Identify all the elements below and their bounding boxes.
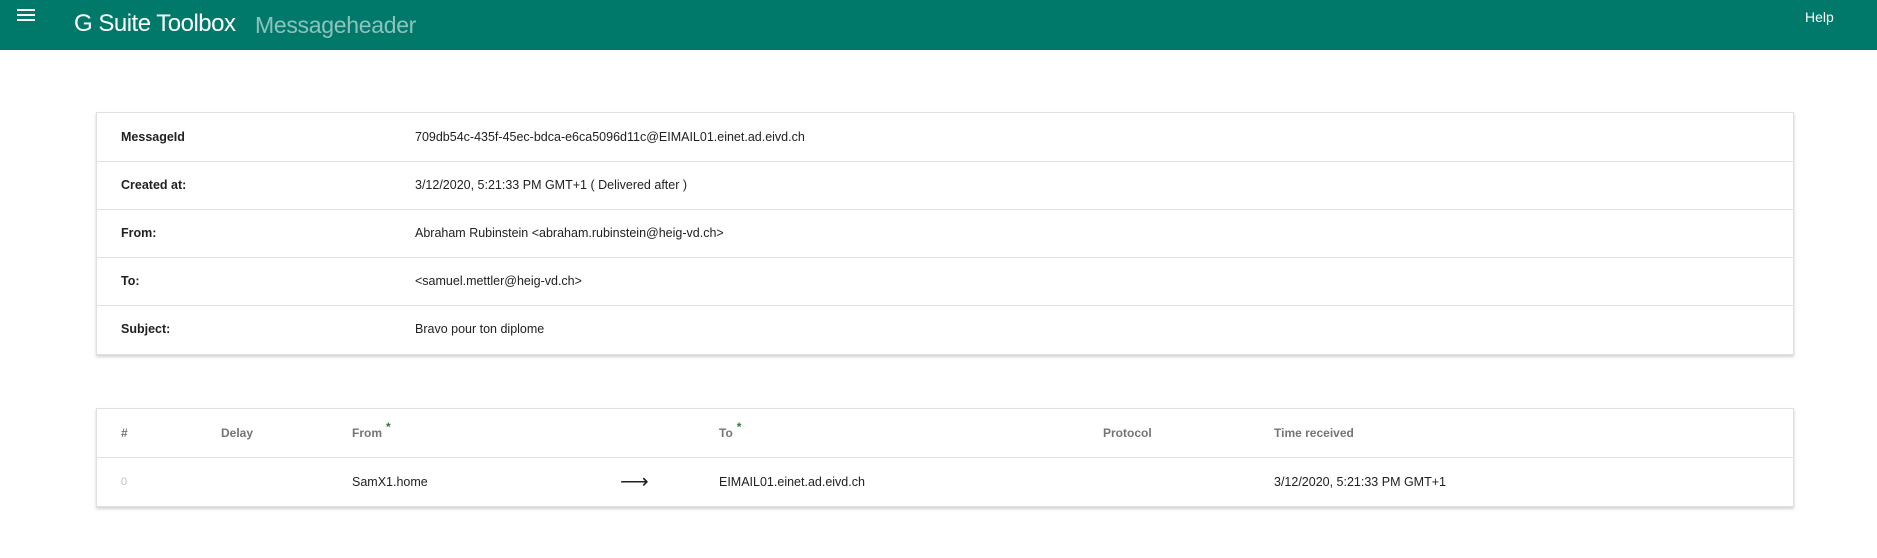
header-value: Bravo pour ton diplome (415, 322, 545, 336)
hop-time-received: 3/12/2020, 5:21:33 PM GMT+1 (1274, 475, 1446, 489)
menu-icon[interactable] (14, 4, 38, 28)
column-header-to-label: To (719, 426, 733, 440)
header-value: Abraham Rubinstein <abraham.rubinstein@h… (415, 226, 724, 240)
hop-index: 0 (121, 476, 128, 488)
header-key: MessageId (121, 130, 185, 144)
table-row: 0 SamX1.home ⟶ EIMAIL01.einet.ad.eivd.ch… (97, 458, 1793, 506)
header-value: 3/12/2020, 5:21:33 PM GMT+1 ( Delivered … (415, 178, 688, 192)
help-link[interactable]: Help (1805, 9, 1834, 25)
required-marker: * (386, 420, 391, 434)
message-headers-card: MessageId 709db54c-435f-45ec-bdca-e6ca50… (96, 112, 1794, 355)
column-header-time-received[interactable]: Time received (1274, 409, 1354, 457)
required-marker: * (736, 420, 742, 434)
column-header-to[interactable]: To * (719, 409, 741, 457)
header-value: <samuel.mettler@heig-vd.ch> (415, 274, 582, 288)
column-header-from-label: From (352, 426, 382, 440)
column-header-from[interactable]: From * (352, 409, 391, 457)
page-subtitle: Messageheader (255, 12, 417, 38)
hops-table: # Delay From * To * Protocol Time received… (96, 408, 1794, 507)
header-row-from: From: Abraham Rubinstein <abraham.rubins… (97, 209, 1793, 258)
arrow-right-icon: ⟶ (620, 471, 649, 493)
hop-from: SamX1.home (352, 475, 428, 489)
header-key: To: (121, 274, 140, 288)
header-value: 709db54c-435f-45ec-bdca-e6ca5096d11c@EIM… (415, 130, 805, 144)
header-key: Created at: (121, 178, 187, 192)
app-bar: G Suite Toolbox Messageheader Help (0, 0, 1877, 50)
header-key: Subject: (121, 322, 171, 336)
header-row-created-at: Created at: 3/12/2020, 5:21:33 PM GMT+1 … (97, 161, 1793, 210)
hop-to: EIMAIL01.einet.ad.eivd.ch (719, 475, 865, 489)
app-title: G Suite Toolbox (74, 10, 236, 37)
column-header-index[interactable]: # (121, 409, 128, 457)
column-header-protocol[interactable]: Protocol (1103, 409, 1152, 457)
table-header: # Delay From * To * Protocol Time received (97, 409, 1793, 458)
column-header-delay[interactable]: Delay (221, 409, 253, 457)
header-row-message-id: MessageId 709db54c-435f-45ec-bdca-e6ca50… (97, 113, 1793, 162)
header-row-subject: Subject: Bravo pour ton diplome (97, 305, 1793, 353)
header-key: From: (121, 226, 157, 240)
header-row-to: To: <samuel.mettler@heig-vd.ch> (97, 257, 1793, 306)
